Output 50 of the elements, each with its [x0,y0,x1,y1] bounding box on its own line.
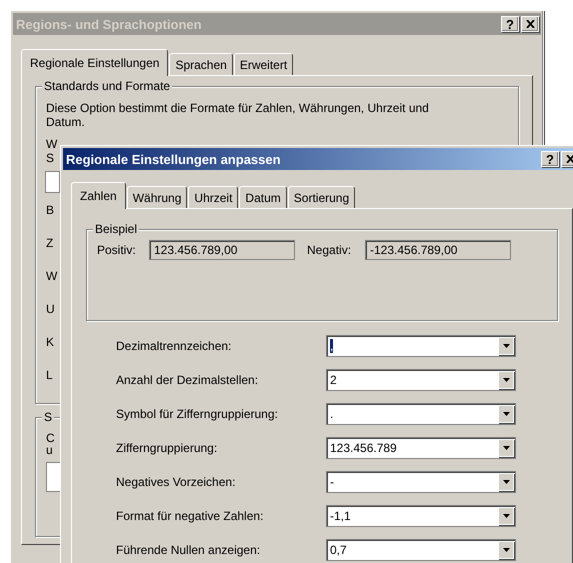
setting-label: Zifferngruppierung: [116,441,218,455]
positive-label: Positiv: [97,243,137,257]
dropdown-field[interactable]: 2 [326,369,516,391]
setting-label: Format für negative Zahlen: [116,509,264,523]
dropdown-value: - [330,475,334,489]
tab[interactable]: Zahlen [71,182,126,209]
label-text: U [46,302,55,316]
label-text: K [46,335,54,349]
label-text: B [46,203,54,217]
help-button[interactable]: ? [541,151,559,167]
tab[interactable]: Währung [126,186,188,208]
setting-label: Dezimaltrennzeichen: [116,339,232,353]
positive-example-field: 123.456.789,00 [149,240,295,260]
dropdown-value: . [330,407,334,421]
setting-label: Symbol für Zifferngruppierung: [116,407,279,421]
setting-label: Führende Nullen anzeigen: [116,543,262,557]
dropdown-field[interactable]: , [326,335,516,357]
dropdown-field[interactable]: - [326,471,516,493]
dropdown-field[interactable]: 123.456.789 [326,437,516,459]
setting-label: Anzahl der Dezimalstellen: [116,373,260,387]
label-text: S [46,151,54,165]
label-text: W [46,137,58,151]
dropdown-value: , [330,339,334,353]
tab[interactable]: Erweitert [234,53,294,75]
group-title: Standards und Formate [42,79,172,93]
tab[interactable]: Uhrzeit [188,186,238,208]
window-title: Regions- und Sprachoptionen [16,16,203,32]
dropdown-value: -1,1 [330,509,351,523]
dropdown-field[interactable]: 0,7 [326,539,516,561]
tab[interactable]: Sprachen [169,53,233,75]
group-title: Beispiel [93,222,140,236]
tab[interactable]: Sortierung [288,186,356,208]
negative-label: Negativ: [307,243,352,257]
dropdown-field[interactable]: . [326,403,516,425]
label-text: Z [46,236,54,250]
description-text: Diese Option bestimmt die Formate für Zahlen, Währungen, Uhrzeit und Datum. [46,101,430,129]
tab[interactable]: Regionale Einstellungen [21,49,168,76]
label-text: W [46,269,58,283]
setting-label: Negatives Vorzeichen: [116,475,236,489]
tab[interactable]: Datum [239,186,287,208]
label-text: C [46,431,55,445]
dropdown-value: 0,7 [330,543,347,557]
dropdown-value: 123.456.789 [330,441,397,455]
negative-example-field: -123.456.789,00 [365,240,511,260]
dialog-title: Regionale Einstellungen anpassen [66,152,282,166]
dropdown-value: 2 [330,373,337,387]
label-text: u [46,443,53,457]
group-title: S [42,410,54,424]
label-text: L [46,368,53,382]
dropdown-field[interactable]: -1,1 [326,505,516,527]
